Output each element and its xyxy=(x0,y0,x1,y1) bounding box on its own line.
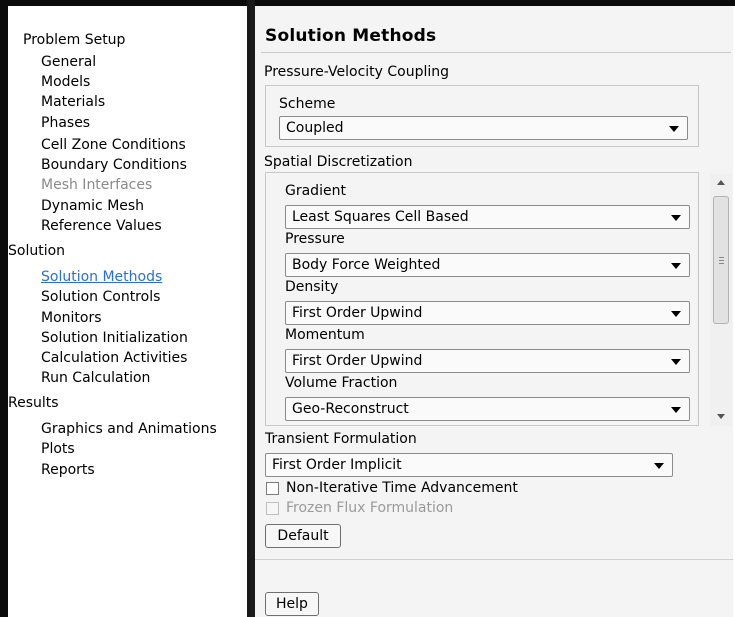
tree-item-models[interactable]: Models xyxy=(41,73,90,91)
tree-item-mesh-interfaces[interactable]: Mesh Interfaces xyxy=(41,176,152,194)
page-title: Solution Methods xyxy=(265,26,437,46)
scheme-value: Coupled xyxy=(286,120,344,136)
momentum-value: First Order Upwind xyxy=(292,353,423,369)
tree-item-solution-methods[interactable]: Solution Methods xyxy=(41,268,162,286)
tree-item-cell-zone-conditions[interactable]: Cell Zone Conditions xyxy=(41,136,186,154)
density-value: First Order Upwind xyxy=(292,305,423,321)
scroll-up-arrow-icon[interactable] xyxy=(717,180,725,185)
transient-formulation-dropdown[interactable]: First Order Implicit xyxy=(265,453,673,477)
chevron-down-icon xyxy=(671,263,681,269)
pressure-velocity-coupling-label: Pressure-Velocity Coupling xyxy=(264,64,450,80)
momentum-label: Momentum xyxy=(285,327,365,343)
checkbox-box[interactable] xyxy=(266,502,279,515)
chevron-down-icon xyxy=(669,126,679,132)
scrollbar-thumb[interactable] xyxy=(713,196,729,324)
tree-item-solution-initialization[interactable]: Solution Initialization xyxy=(41,329,188,347)
tree-item-dynamic-mesh[interactable]: Dynamic Mesh xyxy=(41,197,144,215)
spatial-discretization-group: Gradient Least Squares Cell Based Pressu… xyxy=(265,172,699,426)
gradient-value: Least Squares Cell Based xyxy=(292,209,469,225)
volume-fraction-value: Geo-Reconstruct xyxy=(292,401,409,417)
scheme-dropdown[interactable]: Coupled xyxy=(279,116,688,140)
pressure-velocity-coupling-group: Scheme Coupled xyxy=(265,85,699,147)
tree-header-results[interactable]: Results xyxy=(8,395,59,411)
window-left-border xyxy=(0,0,8,617)
panel-divider[interactable] xyxy=(247,0,255,617)
grip-line xyxy=(719,257,724,258)
tree-item-solution-controls[interactable]: Solution Controls xyxy=(41,288,160,306)
navigation-tree: Problem Setup General Models Materials P… xyxy=(8,6,247,617)
spatial-discretization-scrollbar[interactable] xyxy=(710,174,732,426)
tree-item-boundary-conditions[interactable]: Boundary Conditions xyxy=(41,156,187,174)
chevron-down-icon xyxy=(671,359,681,365)
chevron-down-icon xyxy=(671,215,681,221)
frozen-flux-formulation-label: Frozen Flux Formulation xyxy=(286,500,454,516)
tree-item-monitors[interactable]: Monitors xyxy=(41,309,102,327)
help-button[interactable]: Help xyxy=(265,592,319,616)
tree-item-materials[interactable]: Materials xyxy=(41,93,105,111)
checkbox-box[interactable] xyxy=(266,482,279,495)
chevron-down-icon xyxy=(671,407,681,413)
momentum-dropdown[interactable]: First Order Upwind xyxy=(285,349,690,373)
tree-item-graphics-and-animations[interactable]: Graphics and Animations xyxy=(41,420,217,438)
default-button[interactable]: Default xyxy=(265,524,341,548)
pressure-dropdown[interactable]: Body Force Weighted xyxy=(285,253,690,277)
title-divider xyxy=(261,52,731,53)
volume-fraction-label: Volume Fraction xyxy=(285,375,398,391)
grip-line xyxy=(719,260,724,261)
tree-header-solution[interactable]: Solution xyxy=(8,243,65,259)
tree-item-reports[interactable]: Reports xyxy=(41,461,95,479)
gradient-label: Gradient xyxy=(285,183,346,199)
density-label: Density xyxy=(285,279,339,295)
volume-fraction-dropdown[interactable]: Geo-Reconstruct xyxy=(285,397,690,421)
gradient-dropdown[interactable]: Least Squares Cell Based xyxy=(285,205,690,229)
tree-item-plots[interactable]: Plots xyxy=(41,440,75,458)
tree-header-problem-setup[interactable]: Problem Setup xyxy=(23,32,125,48)
bottom-divider xyxy=(255,559,733,560)
grip-line xyxy=(719,263,724,264)
non-iterative-time-advancement-label: Non-Iterative Time Advancement xyxy=(286,480,518,496)
scheme-label: Scheme xyxy=(279,96,336,112)
pressure-label: Pressure xyxy=(285,231,345,247)
scroll-down-arrow-icon[interactable] xyxy=(717,414,725,419)
solution-methods-panel: Solution Methods Pressure-Velocity Coupl… xyxy=(255,6,733,617)
pressure-value: Body Force Weighted xyxy=(292,257,441,273)
transient-formulation-label: Transient Formulation xyxy=(265,431,417,447)
tree-item-calculation-activities[interactable]: Calculation Activities xyxy=(41,349,187,367)
tree-item-run-calculation[interactable]: Run Calculation xyxy=(41,369,150,387)
tree-item-reference-values[interactable]: Reference Values xyxy=(41,217,162,235)
transient-formulation-value: First Order Implicit xyxy=(272,457,402,473)
chevron-down-icon xyxy=(654,463,664,469)
spatial-discretization-label: Spatial Discretization xyxy=(264,154,413,170)
chevron-down-icon xyxy=(671,311,681,317)
tree-item-general[interactable]: General xyxy=(41,53,96,71)
density-dropdown[interactable]: First Order Upwind xyxy=(285,301,690,325)
tree-item-phases[interactable]: Phases xyxy=(41,114,90,132)
